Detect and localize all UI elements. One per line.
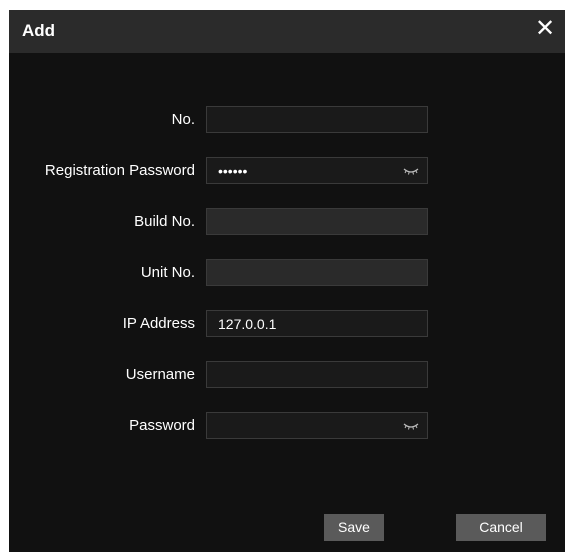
unit-no-field-box [206,259,428,286]
ip-address-input[interactable] [207,311,427,336]
ip-address-label: IP Address [122,315,195,332]
eye-closed-icon[interactable] [403,420,419,432]
registration-password-input[interactable] [207,158,427,183]
registration-password-field-box [206,157,428,184]
ip-address-field-box [206,310,428,337]
password-label: Password [129,417,195,434]
form-row-username: Username [9,361,565,389]
build-no-input[interactable] [207,209,427,234]
form-row-password: Password [9,412,565,440]
form-row-ip-address: IP Address [9,310,565,338]
dialog-title: Add [22,21,56,40]
password-input[interactable] [207,413,427,438]
close-icon[interactable]: ✕ [533,16,557,42]
unit-no-input[interactable] [207,260,427,285]
save-button[interactable]: Save [324,514,384,541]
no-input[interactable] [207,107,427,132]
eye-closed-icon[interactable] [403,165,419,177]
no-label: No. [171,111,195,128]
password-field-box [206,412,428,439]
build-no-field-box [206,208,428,235]
form-row-unit-no: Unit No. [9,259,565,287]
build-no-label: Build No. [134,213,195,230]
cancel-button[interactable]: Cancel [456,514,546,541]
username-label: Username [125,366,195,383]
add-dialog: Add ✕ No. Registration Password Build No… [9,10,565,552]
form-row-build-no: Build No. [9,208,565,236]
form-row-no: No. [9,106,565,134]
no-field-box [206,106,428,133]
username-field-box [206,361,428,388]
username-input[interactable] [207,362,427,387]
registration-password-label: Registration Password [44,162,195,179]
form-row-registration-password: Registration Password [9,157,565,185]
unit-no-label: Unit No. [140,264,195,281]
dialog-titlebar: Add ✕ [9,10,565,53]
